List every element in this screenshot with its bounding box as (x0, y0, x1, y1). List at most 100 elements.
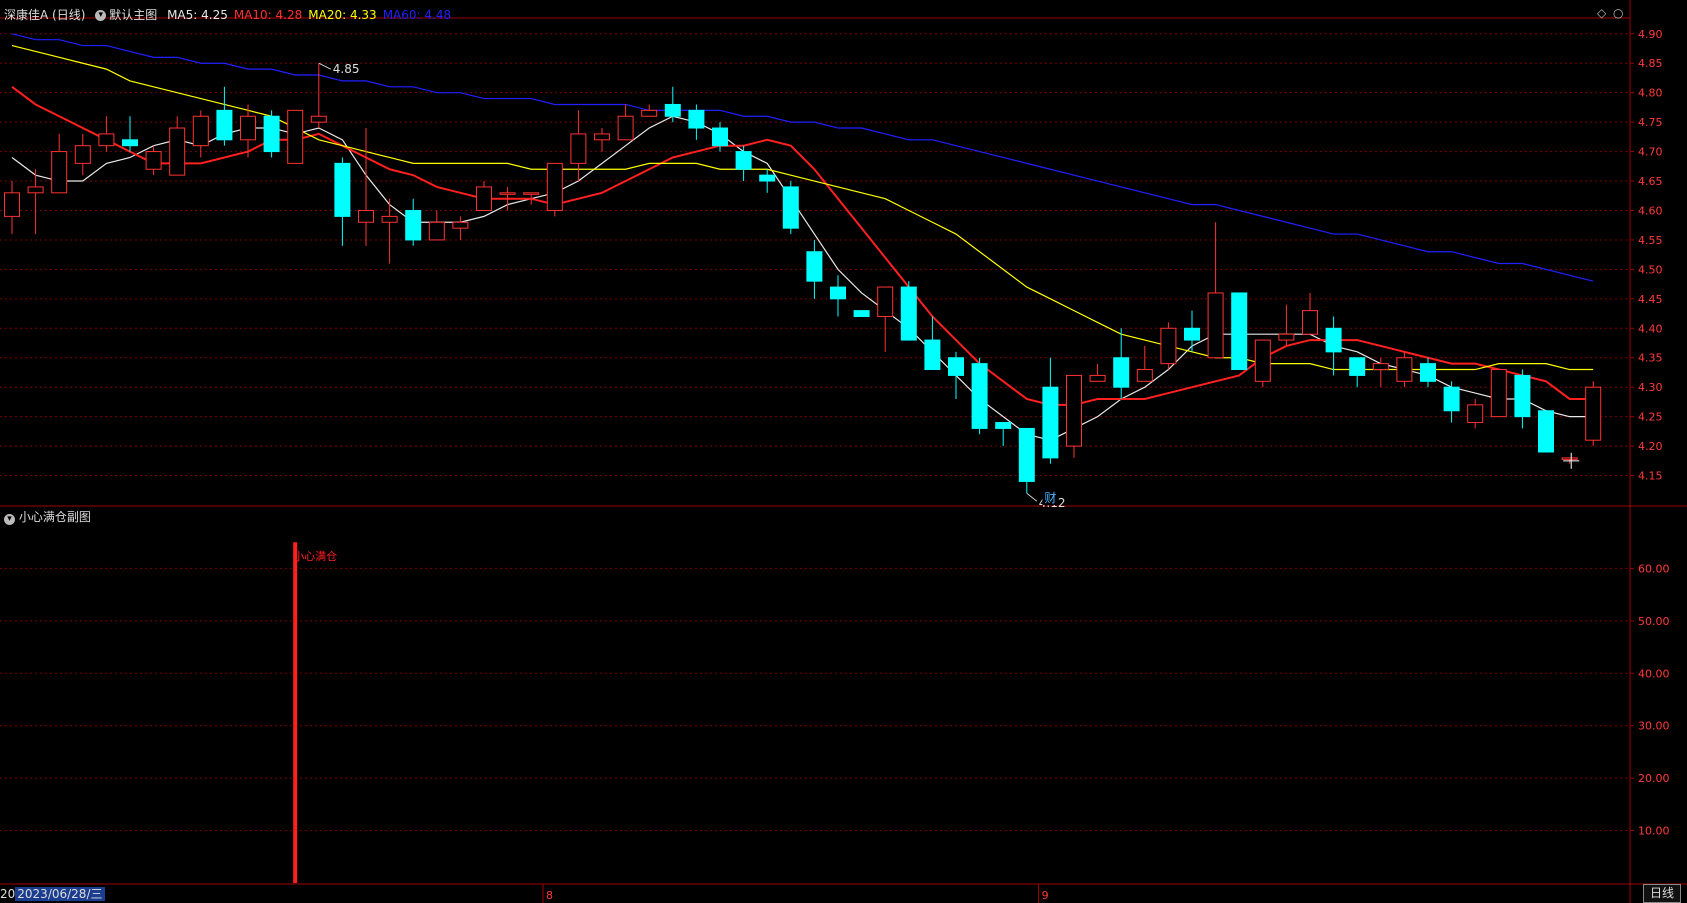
candle-down (1349, 357, 1366, 376)
circle-icon[interactable]: ○ (1613, 6, 1623, 20)
date-cursor: 20 2023/06/28/三 (0, 886, 105, 903)
candle-down (1231, 292, 1248, 371)
main-header: 深康佳A (日线) ▾ 默认主图 MA5: 4.25 MA10: 4.28 MA20:… (4, 6, 463, 23)
ma-legend-ma60: MA60: 4.48 (382, 8, 452, 22)
price-tick-label: 4.75 (1638, 116, 1663, 129)
candle-down (735, 151, 752, 170)
candle-down (688, 109, 705, 129)
sub-panel-title[interactable]: 小心满仓副图 (19, 510, 91, 524)
ma-legend-ma5: MA5: 4.25 (167, 8, 228, 22)
price-tick-label: 4.40 (1638, 322, 1663, 335)
period-button[interactable]: 日线 (1642, 884, 1681, 903)
cursor-date: 2023/06/28/三 (15, 887, 105, 901)
candle-down (782, 186, 799, 229)
ma-legend-ma20: MA20: 4.33 (308, 8, 377, 22)
candle-down (830, 286, 846, 300)
candle-up (452, 221, 469, 229)
candle-up (1561, 457, 1578, 460)
candle-down (664, 103, 681, 117)
ma-line-ma5 (11, 115, 1594, 441)
candle-up (51, 151, 68, 194)
candle-down (405, 209, 422, 241)
candle-up (1372, 363, 1389, 371)
price-tick-label: 4.15 (1638, 470, 1663, 483)
sub-tick-label: 10.00 (1638, 825, 1670, 838)
price-tick-label: 4.70 (1638, 146, 1663, 159)
candle-down (1042, 386, 1059, 459)
sub-tick-label: 60.00 (1638, 562, 1670, 575)
candle-up (98, 133, 115, 147)
price-tick-label: 4.35 (1638, 352, 1663, 365)
candle-up (617, 115, 634, 141)
price-tick-label: 4.55 (1638, 234, 1663, 247)
candle-up (381, 215, 398, 223)
diamond-icon[interactable]: ◇ (1597, 6, 1606, 20)
sub-tick-label: 30.00 (1638, 720, 1670, 733)
month-label: 8 (546, 889, 553, 902)
price-tick-label: 4.45 (1638, 293, 1663, 306)
stock-title[interactable]: 深康佳A (日线) (4, 8, 85, 22)
candle-down (948, 357, 964, 376)
candle-down (971, 363, 988, 429)
candle-down (1325, 327, 1342, 353)
candle-up (428, 221, 445, 241)
candle-down (1443, 386, 1460, 412)
candle-down (900, 286, 917, 341)
candle-up (499, 192, 516, 195)
candle-down (806, 251, 823, 282)
candle-up (169, 127, 186, 176)
candle-down (1018, 427, 1035, 482)
high-marker-label: 4.85 (333, 62, 360, 76)
price-tick-label: 4.30 (1638, 381, 1663, 394)
main-chart-label[interactable]: 默认主图 (109, 8, 157, 22)
kline-chart[interactable]: 4.90 4.85 4.80 4.75 4.70 4.65 4.60 4.55 4.50 4.45… (0, 0, 1687, 903)
price-tick-label: 4.80 (1638, 87, 1663, 100)
candle-up (570, 133, 587, 164)
candle-down (924, 339, 941, 371)
candle-up (192, 115, 209, 147)
candle-up (1585, 386, 1602, 441)
price-tick-label: 4.65 (1638, 175, 1663, 188)
candle-up (1160, 327, 1177, 365)
candle-down (1538, 410, 1554, 453)
price-tick-label: 4.85 (1638, 57, 1663, 70)
candle-up (594, 133, 610, 141)
candle-down (334, 162, 351, 217)
candle-up (310, 115, 327, 123)
ma-legend: MA5: 4.25 MA10: 4.28 MA20: 4.33 MA60: 4.48 (167, 8, 457, 22)
candle-up (476, 186, 492, 211)
price-tick-label: 4.60 (1638, 204, 1663, 217)
candle-up (4, 192, 20, 217)
price-tick-label: 4.25 (1638, 411, 1663, 424)
ma-line-ma20 (11, 44, 1594, 371)
candle-down (1184, 327, 1200, 341)
candle-up (1207, 292, 1224, 359)
candle-up (145, 151, 162, 170)
chevron-down-icon[interactable]: ▾ (95, 10, 107, 21)
candle-up (287, 109, 304, 164)
candle-down (853, 310, 870, 318)
signal-label: 小心满仓 (293, 549, 337, 563)
sub-header: ▾ 小心满仓副图 (4, 508, 91, 525)
sub-tick-label: 50.00 (1638, 615, 1670, 628)
candle-up (641, 109, 658, 117)
date-prefix: 20 (0, 887, 16, 901)
candle-up (1302, 310, 1318, 335)
candle-up (74, 145, 91, 164)
candle-up (1467, 404, 1484, 424)
candle-down (1514, 374, 1531, 418)
high-marker-arrow (318, 62, 332, 70)
candle-up (240, 115, 256, 141)
candle-up (1089, 374, 1106, 382)
candle-down (263, 115, 280, 153)
low-marker-arrow (1026, 492, 1038, 502)
chevron-down-icon[interactable]: ▾ (4, 514, 15, 525)
candle-up (1136, 369, 1153, 382)
month-label: 9 (1042, 889, 1049, 902)
candle-up (1254, 339, 1271, 382)
candle-up (358, 209, 374, 223)
candle-up (523, 192, 540, 195)
price-tick-label: 4.90 (1638, 28, 1663, 41)
candle-up (546, 162, 563, 211)
candle-down (759, 174, 776, 182)
